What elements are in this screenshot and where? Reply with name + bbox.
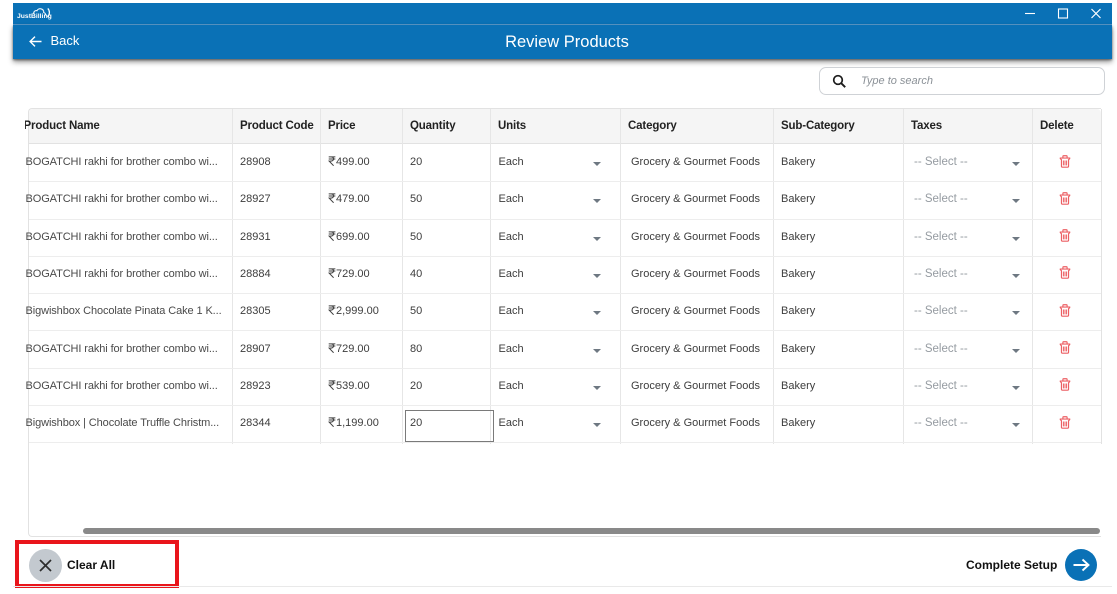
svg-text:JustBilling: JustBilling: [17, 13, 52, 20]
